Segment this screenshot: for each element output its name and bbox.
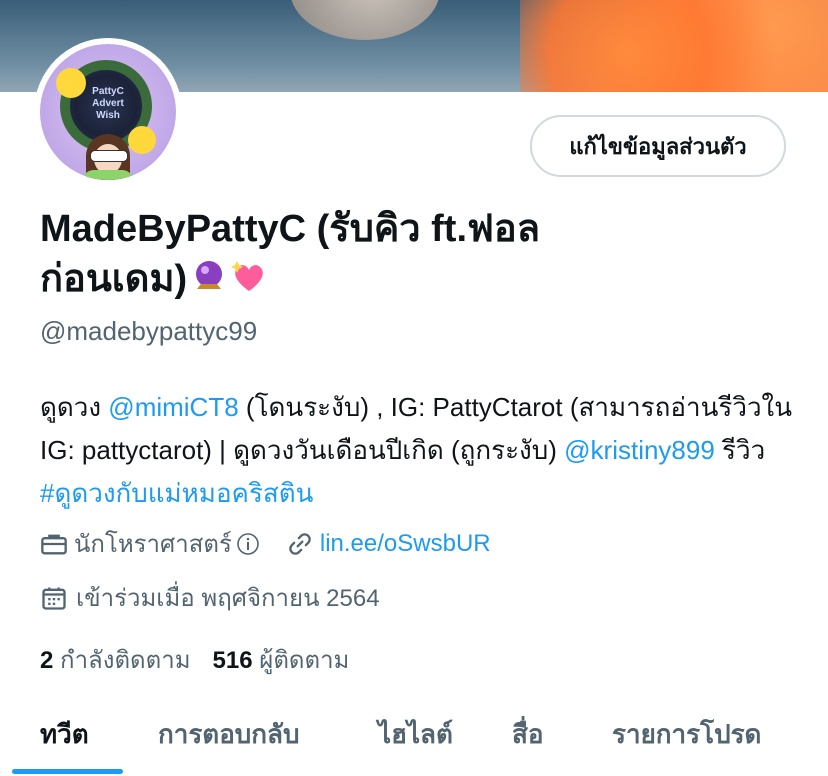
profile-bio: ดูดวง @mimiCT8 (โดนระงับ) , IG: PattyCta… [40,386,800,515]
display-name-line1: MadeByPattyC (รับคิว ft.ฟอล [40,208,541,250]
bio-text: ดูดวง [40,392,109,422]
following-stat[interactable]: 2 กำลังติดตาม [40,640,191,679]
active-tab-indicator [12,769,123,774]
avatar-girl-body [82,170,134,180]
avatar-logo-text: PattyC Advert Wish [92,86,124,121]
bio-text: รีวิว [714,435,766,465]
following-label: กำลังติดตาม [60,647,191,674]
profile-meta-row: นักโหราศาสตร์ lin.ee/oSwsbUR [40,524,491,563]
profile-meta-row: เข้าร่วมเมื่อ พฤศจิกายน 2564 [40,578,380,617]
briefcase-icon [41,534,67,554]
info-icon[interactable] [236,532,260,556]
link-icon [289,532,311,555]
followers-stat[interactable]: 516 ผู้ติดตาม [213,640,350,679]
following-count: 2 [40,647,54,674]
tab-media[interactable]: สื่อ [512,714,543,755]
avatar[interactable]: PattyC Advert Wish [34,38,182,186]
bio-mention-link[interactable]: @mimiCT8 [108,392,238,422]
avatar-sun-character [56,68,86,98]
followers-label: ผู้ติดตาม [259,647,350,674]
sparkling-heart-emoji-icon [231,261,264,291]
tab-tweets[interactable]: ทวีต [40,714,89,755]
bio-mention-link[interactable]: @kristiny899 [564,435,715,465]
crystal-ball-emoji-icon [196,261,223,289]
profile-website-link[interactable]: lin.ee/oSwsbUR [320,530,491,558]
profile-display-name: MadeByPattyC (รับคิว ft.ฟอล ก่อนเดม) [40,204,680,304]
profile-tabs: ทวีต การตอบกลับ ไฮไลต์ สื่อ รายการโปรด [0,706,828,776]
avatar-girl-glasses [90,150,128,162]
avatar-sun-character [128,126,156,154]
join-date: เข้าร่วมเมื่อ พฤศจิกายน 2564 [76,585,380,612]
tab-highlights[interactable]: ไฮไลต์ [378,714,453,755]
tab-replies[interactable]: การตอบกลับ [158,714,300,755]
followers-count: 516 [212,647,253,674]
follow-stats: 2 กำลังติดตาม 516 ผู้ติดตาม [40,640,349,679]
avatar-image: PattyC Advert Wish [40,44,176,180]
cloud-image [520,0,828,92]
profile-handle: @madebypattyc99 [40,316,258,346]
bio-hashtag-link[interactable]: #ดูดวงกับแม่หมอคริสติน [40,478,313,508]
display-name-line2: ก่อนเดม) [40,258,188,300]
calendar-icon [42,587,66,610]
edit-profile-button[interactable]: แก้ไขข้อมูลส่วนตัว [530,115,786,177]
profile-category: นักโหราศาสตร์ [74,531,232,558]
tab-likes[interactable]: รายการโปรด [612,714,761,755]
moon-image [290,0,440,40]
